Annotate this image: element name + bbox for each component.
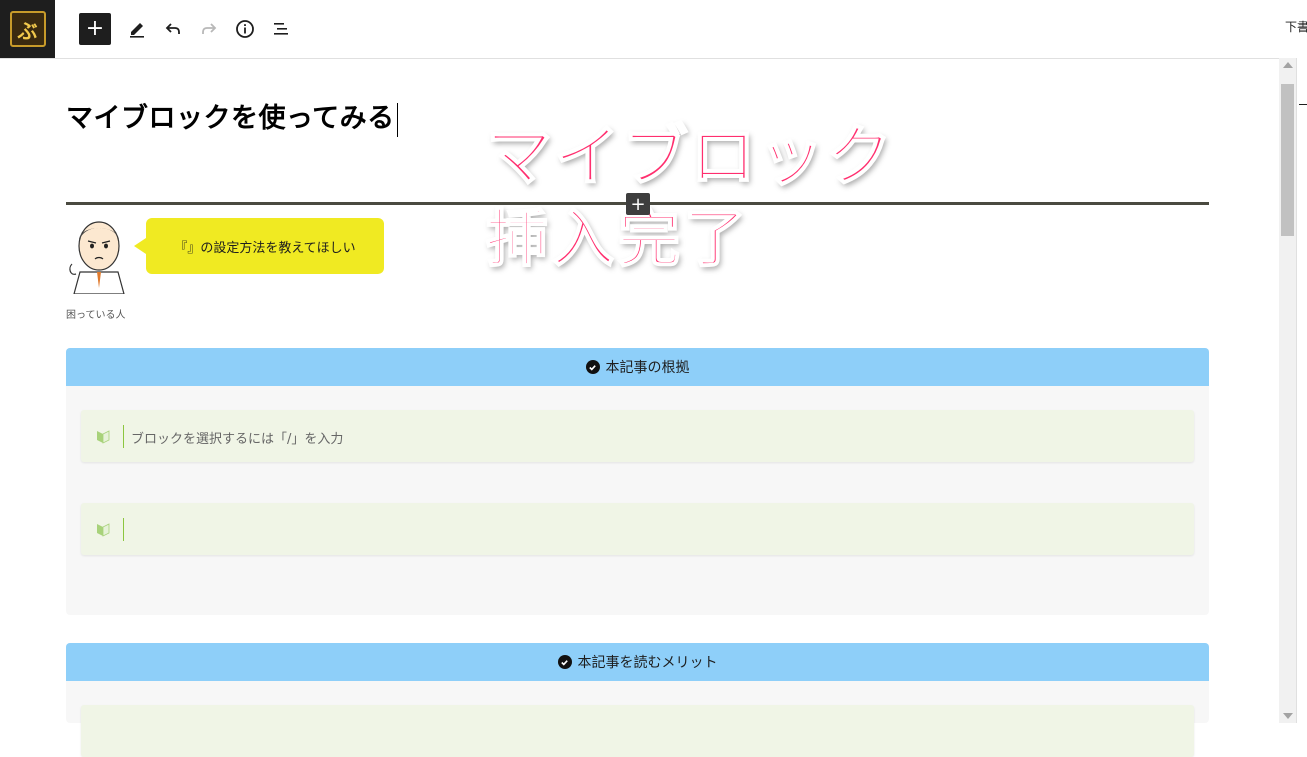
beginner-leaf-icon [97,523,110,537]
info-icon [236,20,254,38]
annotation-overlay: マイブロック 挿入完了 [485,118,894,275]
balloon-text: 『』の設定方法を教えてほしい [174,240,356,256]
editor-toolbar: ぶ + 下書 [0,0,1307,59]
sidebar-divider [1299,104,1307,105]
box-header: 本記事の根拠 [66,348,1209,386]
beginner-block[interactable]: ブロックを選択するには「/」を入力 [81,410,1194,462]
redo-button[interactable] [193,13,225,45]
check-circle-icon [557,655,572,669]
list-view-button[interactable] [265,13,297,45]
speech-balloon[interactable]: 『』の設定方法を教えてほしい [134,218,384,274]
overlay-line-1: マイブロック [485,118,894,195]
block-placeholder[interactable]: ブロックを選択するには「/」を入力 [131,428,343,447]
scroll-thumb[interactable] [1281,84,1294,236]
list-view-icon [274,23,288,35]
post-title-text: マイブロックを使ってみる [66,103,395,134]
redo-icon [202,23,217,34]
speaker-name: 困っている人 [66,310,126,321]
undo-icon [165,23,180,34]
heading-box-2[interactable]: 本記事を読むメリット [66,643,1209,757]
check-circle-icon [585,360,600,374]
details-button[interactable] [229,13,261,45]
scroll-down-arrow-icon[interactable] [1283,713,1293,719]
block-divider [123,425,124,448]
undo-button[interactable] [157,13,189,45]
settings-sidebar-edge [1296,58,1307,723]
worried-man-icon [69,221,125,295]
box-title: 本記事の根拠 [605,360,690,376]
site-logo-button[interactable]: ぶ [0,0,55,58]
editor-scrollbar[interactable] [1279,58,1296,723]
pencil-icon [130,23,144,38]
post-title-field[interactable]: マイブロックを使ってみる [66,96,398,137]
box-title: 本記事を読むメリット [577,655,718,671]
box-header: 本記事を読むメリット [66,643,1209,681]
save-draft-button[interactable]: 下書 [1285,18,1307,35]
site-logo-icon: ぶ [9,11,46,47]
text-caret [396,102,398,137]
beginner-block-empty[interactable] [81,503,1194,555]
inserter-button[interactable]: + [626,193,650,215]
edit-tools-button[interactable] [121,13,153,45]
block-divider [123,518,124,541]
heading-box-1[interactable]: 本記事の根拠 ブロックを選択するには「/」を入力 [66,348,1209,615]
add-block-button[interactable]: + [79,13,111,45]
overlay-line-2: 挿入完了 [485,202,751,275]
beginner-leaf-icon [97,430,110,444]
avatar-worried-man [66,216,128,295]
beginner-block-partial[interactable] [81,705,1194,757]
scroll-up-arrow-icon[interactable] [1283,62,1293,68]
